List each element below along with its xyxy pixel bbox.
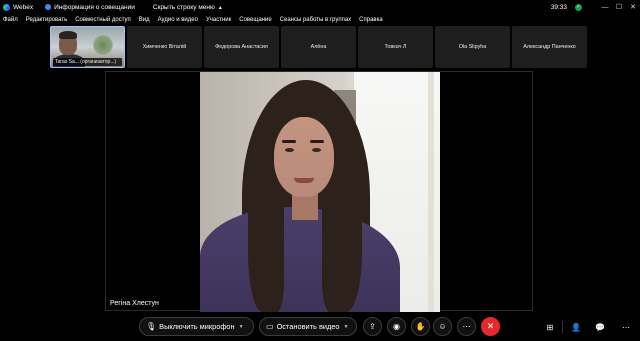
menu-meeting[interactable]: Совещание (239, 17, 271, 23)
meeting-timer: 39:33 (550, 3, 567, 11)
participant-tile[interactable]: Ola Slipyha (435, 26, 510, 68)
end-call-button[interactable]: ✕ (481, 317, 500, 336)
video-person-eye (312, 148, 321, 152)
mute-label: Выключить микрофон (159, 322, 235, 331)
info-icon (45, 4, 52, 10)
meeting-info-button[interactable]: Информация о совещании (45, 4, 135, 11)
video-background (92, 35, 114, 55)
speaker-name: Регіна Хлестун (110, 300, 159, 307)
apps-button[interactable]: ⊞ (542, 319, 558, 335)
main-video-stage[interactable]: Регіна Хлестун (105, 71, 533, 312)
chat-icon: 💬 (595, 322, 605, 332)
participants-panel-button[interactable]: 👤 (568, 319, 584, 335)
menu-help[interactable]: Справка (359, 17, 383, 23)
video-person-hair (322, 162, 362, 312)
meeting-info-label: Информация о совещании (54, 3, 135, 11)
participant-name: Алёна (310, 44, 327, 50)
video-label: Остановить видео (276, 322, 340, 331)
active-speaker-video (200, 72, 440, 312)
participant-tile[interactable]: Александр Панченко (512, 26, 587, 68)
menu-share[interactable]: Совместный доступ (75, 17, 131, 23)
participants-panel-icon: 👤 (571, 322, 581, 332)
chevron-down-icon[interactable]: ▼ (344, 324, 349, 330)
webex-logo-icon (3, 3, 10, 11)
participant-tile[interactable]: Товкач Л (358, 26, 433, 68)
participant-strip: Taras Sa... (организатор...) Химченко Ві… (50, 26, 589, 68)
apps-icon: ⊞ (546, 322, 554, 332)
maximize-icon[interactable]: ☐ (612, 3, 626, 11)
secure-shield-icon[interactable]: ✓ (575, 3, 582, 11)
chat-button[interactable]: 💬 (592, 319, 608, 335)
video-person-face (274, 117, 334, 197)
divider (562, 321, 563, 333)
more-icon: ⋯ (622, 322, 630, 332)
participant-tile-host[interactable]: Taras Sa... (организатор...) (50, 26, 125, 68)
minimize-icon[interactable]: — (598, 4, 612, 11)
app-logo: Webex (3, 3, 34, 11)
participant-tile[interactable]: Алёна (281, 26, 356, 68)
mute-button[interactable]: 🎙 Выключить микрофон ▼ (139, 317, 254, 336)
hide-menu-label: Скрыть строку меню (152, 3, 215, 11)
reactions-button[interactable]: ☺ (433, 317, 452, 336)
menu-file[interactable]: Файл (3, 17, 18, 23)
participant-name: Химченко Віталій (142, 44, 187, 50)
share-screen-icon: ⇪ (369, 322, 376, 331)
end-call-icon: ✕ (486, 321, 495, 331)
video-window-frame (428, 72, 434, 312)
chevron-up-icon: ▲ (217, 4, 223, 11)
video-person-brow (310, 140, 324, 143)
app-name: Webex (13, 3, 34, 11)
reactions-icon: ☺ (438, 322, 447, 331)
video-camera-icon: ▭ (266, 322, 274, 331)
participant-name: Федорова Анастасия (215, 44, 268, 50)
video-person-brow (282, 140, 296, 143)
menu-view[interactable]: Вид (139, 17, 150, 23)
video-person-hair (248, 162, 284, 312)
chevron-down-icon[interactable]: ▼ (239, 324, 244, 330)
raise-hand-button[interactable]: ✋ (411, 317, 430, 336)
participant-name: Товкач Л (384, 44, 407, 50)
hide-menu-bar-button[interactable]: Скрыть строку меню ▲ (153, 4, 223, 11)
control-bar: 🎙 Выключить микрофон ▼ ▭ Остановить виде… (0, 313, 640, 341)
video-person-hair (59, 31, 77, 39)
title-bar: Webex Информация о совещании Скрыть стро… (0, 0, 640, 14)
share-button[interactable]: ⇪ (363, 317, 382, 336)
more-icon: ⋯ (462, 322, 471, 331)
stop-video-button[interactable]: ▭ Остановить видео ▼ (259, 317, 357, 336)
participant-name: Ola Slipyha (458, 44, 487, 50)
close-icon[interactable]: ✕ (626, 3, 640, 11)
participant-name: Taras Sa... (организатор...) (53, 58, 122, 66)
more-options-button[interactable]: ⋯ (457, 317, 476, 336)
record-button[interactable]: ◉ (387, 317, 406, 336)
menu-bar: Файл Редактировать Совместный доступ Вид… (0, 14, 640, 26)
participant-name: Александр Панченко (523, 44, 576, 50)
record-icon: ◉ (393, 322, 400, 331)
participant-tile[interactable]: Химченко Віталій (127, 26, 202, 68)
microphone-icon: 🎙 (146, 322, 157, 331)
menu-audio-video[interactable]: Аудио и видео (158, 17, 198, 23)
participant-tile[interactable]: Федорова Анастасия (204, 26, 279, 68)
more-panels-button[interactable]: ⋯ (618, 319, 634, 335)
menu-participant[interactable]: Участник (206, 17, 231, 23)
video-person-eye (285, 148, 294, 152)
raise-hand-icon: ✋ (415, 322, 426, 331)
menu-breakout[interactable]: Сеансы работы в группах (280, 17, 352, 23)
video-person-mouth (294, 178, 314, 183)
menu-edit[interactable]: Редактировать (26, 17, 67, 23)
